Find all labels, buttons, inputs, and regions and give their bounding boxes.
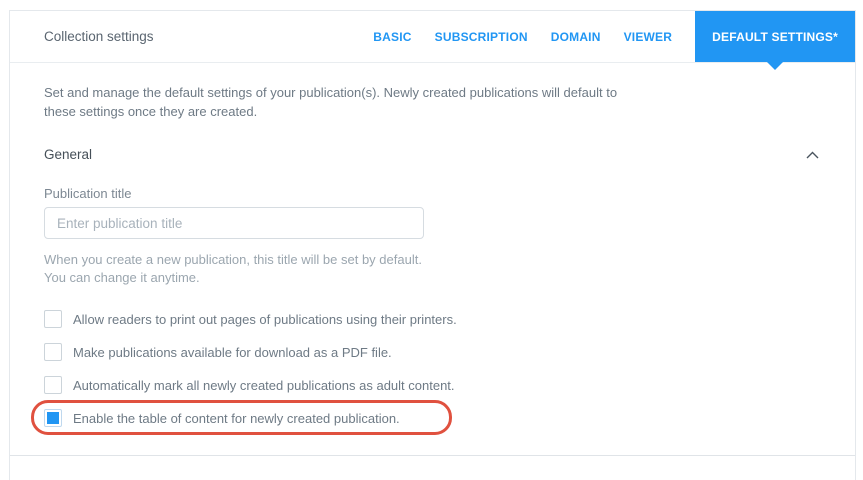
section-divider bbox=[10, 455, 855, 456]
tab-bar: BASIC SUBSCRIPTION DOMAIN VIEWER DEFAULT… bbox=[373, 11, 855, 70]
tab-default-settings[interactable]: DEFAULT SETTINGS* bbox=[695, 11, 855, 70]
tab-default-settings-label: DEFAULT SETTINGS* bbox=[712, 29, 838, 44]
checkbox-row-print: Allow readers to print out pages of publ… bbox=[44, 310, 457, 328]
tab-domain[interactable]: DOMAIN bbox=[551, 30, 601, 44]
table-of-content-checkbox-label: Enable the table of content for newly cr… bbox=[73, 410, 400, 426]
chevron-up-icon bbox=[806, 151, 819, 158]
checkbox-fill bbox=[47, 412, 59, 424]
checkbox-row-table-of-content: Enable the table of content for newly cr… bbox=[31, 400, 452, 435]
helper-line-1: When you create a new publication, this … bbox=[44, 252, 422, 267]
checkbox-row-download-pdf: Make publications available for download… bbox=[44, 343, 392, 361]
checkbox-fill bbox=[47, 346, 59, 358]
general-section-title: General bbox=[44, 147, 93, 162]
checkbox-fill bbox=[47, 313, 59, 325]
checkbox-fill bbox=[47, 379, 59, 391]
tab-subscription[interactable]: SUBSCRIPTION bbox=[435, 30, 528, 44]
active-tab-caret bbox=[767, 62, 784, 70]
tab-basic[interactable]: BASIC bbox=[373, 30, 411, 44]
settings-description: Set and manage the default settings of y… bbox=[44, 85, 618, 119]
settings-content: Set and manage the default settings of y… bbox=[10, 83, 855, 435]
publication-title-label: Publication title bbox=[44, 186, 132, 201]
adult-content-checkbox[interactable] bbox=[44, 376, 62, 394]
collapse-section-button[interactable] bbox=[804, 149, 821, 161]
panel-header: Collection settings BASIC SUBSCRIPTION D… bbox=[10, 11, 855, 70]
checkbox-row-adult-content: Automatically mark all newly created pub… bbox=[44, 376, 455, 394]
page-title: Collection settings bbox=[44, 29, 154, 44]
print-checkbox-label: Allow readers to print out pages of publ… bbox=[73, 311, 457, 327]
download-pdf-checkbox-label: Make publications available for download… bbox=[73, 344, 392, 360]
tab-viewer[interactable]: VIEWER bbox=[624, 30, 673, 44]
table-of-content-checkbox[interactable] bbox=[44, 409, 62, 427]
download-pdf-checkbox[interactable] bbox=[44, 343, 62, 361]
print-checkbox[interactable] bbox=[44, 310, 62, 328]
helper-line-2: You can change it anytime. bbox=[44, 270, 200, 285]
default-options-list: Allow readers to print out pages of publ… bbox=[31, 310, 821, 435]
publication-title-helper: When you create a new publication, this … bbox=[44, 251, 821, 287]
adult-content-checkbox-label: Automatically mark all newly created pub… bbox=[73, 377, 455, 393]
general-section-header: General bbox=[44, 147, 821, 162]
publication-title-input[interactable] bbox=[44, 207, 424, 239]
collection-settings-panel: Collection settings BASIC SUBSCRIPTION D… bbox=[9, 10, 856, 480]
